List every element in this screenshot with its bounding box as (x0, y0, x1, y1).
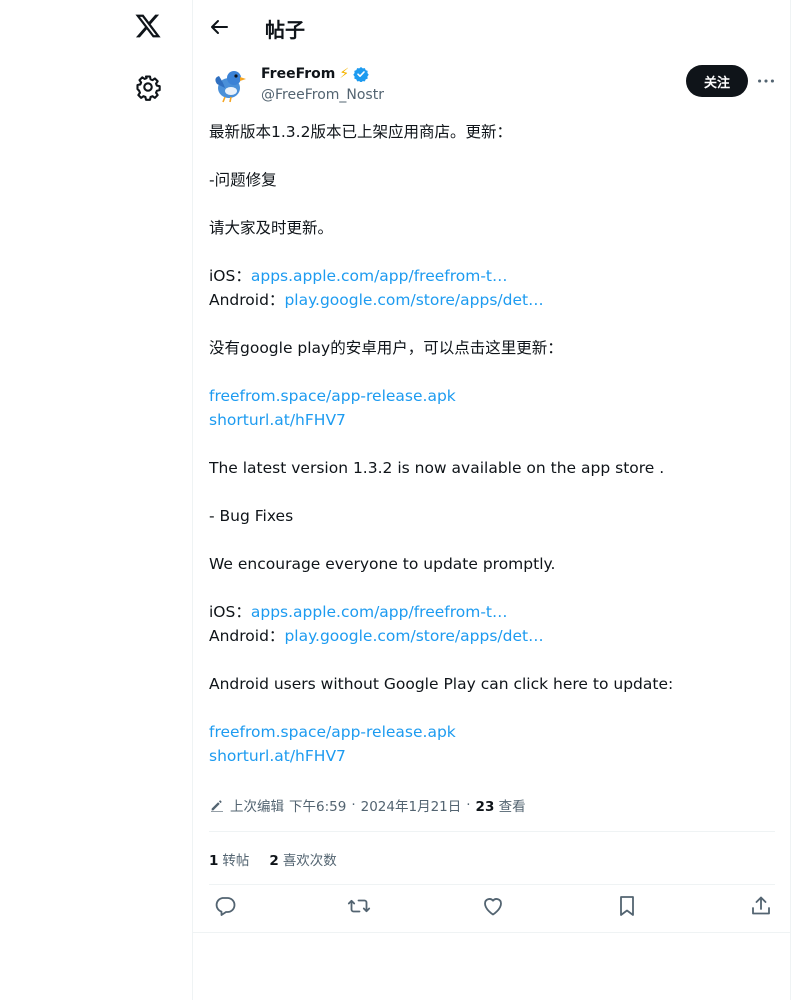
page-title: 帖子 (265, 18, 305, 42)
apk-link[interactable]: freefrom.space/app-release.apk (209, 387, 456, 405)
android-link[interactable]: play.google.com/store/apps/det… (284, 627, 543, 645)
short-link[interactable]: shorturl.at/hFHV7 (209, 747, 346, 765)
android-line: Android：play.google.com/store/apps/det… (209, 288, 775, 312)
android-line: Android：play.google.com/store/apps/det… (209, 624, 775, 648)
ios-link[interactable]: apps.apple.com/app/freefrom-t… (251, 267, 508, 285)
post-line: - Bug Fixes (209, 507, 294, 525)
author-name[interactable]: FreeFrom ⚡ (261, 66, 369, 82)
apk-link[interactable]: freefrom.space/app-release.apk (209, 723, 456, 741)
views-count: 23 (475, 799, 495, 815)
author-handle[interactable]: @FreeFrom_Nostr (261, 87, 384, 103)
x-logo-icon[interactable] (134, 12, 162, 40)
post-line: -问题修复 (209, 171, 277, 189)
meta-separator: · (466, 797, 471, 813)
ios-label: iOS： (209, 603, 251, 621)
post-line: Android users without Google Play can cl… (209, 675, 674, 693)
bookmark-icon[interactable] (615, 894, 639, 918)
ios-label: iOS： (209, 267, 251, 285)
repost-icon[interactable] (347, 894, 371, 918)
reposts-stat[interactable]: 1 转帖 (209, 849, 249, 869)
short-link[interactable]: shorturl.at/hFHV7 (209, 411, 346, 429)
post-stats: 1 转帖 2 喜欢次数 (209, 849, 337, 869)
post-line: We encourage everyone to update promptly… (209, 555, 556, 573)
reposts-count: 1 (209, 853, 219, 869)
share-icon[interactable] (749, 894, 773, 918)
android-label: Android： (209, 627, 285, 645)
post-line: 最新版本1.3.2版本已上架应用商店。更新： (209, 123, 512, 141)
header: 帖子 (193, 0, 791, 53)
reply-icon[interactable] (213, 894, 237, 918)
follow-button[interactable]: 关注 (686, 65, 748, 97)
action-bar (209, 894, 775, 922)
edit-pencil-icon (211, 800, 223, 812)
left-nav (0, 0, 193, 1000)
post-time[interactable]: 下午6:59 (289, 795, 346, 815)
ios-line: iOS：apps.apple.com/app/freefrom-t… (209, 264, 775, 288)
more-options-icon[interactable] (755, 70, 777, 92)
ios-link[interactable]: apps.apple.com/app/freefrom-t… (251, 603, 508, 621)
divider (193, 932, 791, 933)
edited-label[interactable]: 上次编辑 (230, 795, 284, 815)
divider (209, 884, 775, 885)
divider (209, 831, 775, 832)
android-label: Android： (209, 291, 285, 309)
lightning-emoji: ⚡ (339, 66, 350, 82)
post-line: 没有google play的安卓用户，可以点击这里更新： (209, 339, 563, 357)
author-name-text: FreeFrom (261, 66, 336, 82)
avatar[interactable] (209, 64, 249, 104)
likes-label: 喜欢次数 (282, 853, 337, 869)
post-meta: 上次编辑 下午6:59 · 2024年1月21日 · 23 查看 (209, 795, 526, 815)
likes-count: 2 (269, 853, 279, 869)
post-column: 帖子 FreeFrom ⚡ @FreeFrom_Nostr 关注 最新版本1.3… (193, 0, 791, 1000)
post-line: 请大家及时更新。 (209, 219, 334, 237)
likes-stat[interactable]: 2 喜欢次数 (269, 849, 336, 869)
meta-separator: · (351, 797, 356, 813)
back-arrow-icon[interactable] (207, 15, 231, 39)
reposts-label: 转帖 (222, 853, 250, 869)
ios-line: iOS：apps.apple.com/app/freefrom-t… (209, 600, 775, 624)
verified-badge-icon (353, 67, 369, 82)
like-icon[interactable] (481, 894, 505, 918)
post-date[interactable]: 2024年1月21日 (361, 795, 462, 815)
android-link[interactable]: play.google.com/store/apps/det… (284, 291, 543, 309)
post-line: The latest version 1.3.2 is now availabl… (209, 459, 665, 477)
gear-icon[interactable] (134, 73, 162, 101)
post-text: 最新版本1.3.2版本已上架应用商店。更新： -问题修复 请大家及时更新。 iO… (209, 120, 775, 768)
views-label: 查看 (498, 799, 526, 815)
